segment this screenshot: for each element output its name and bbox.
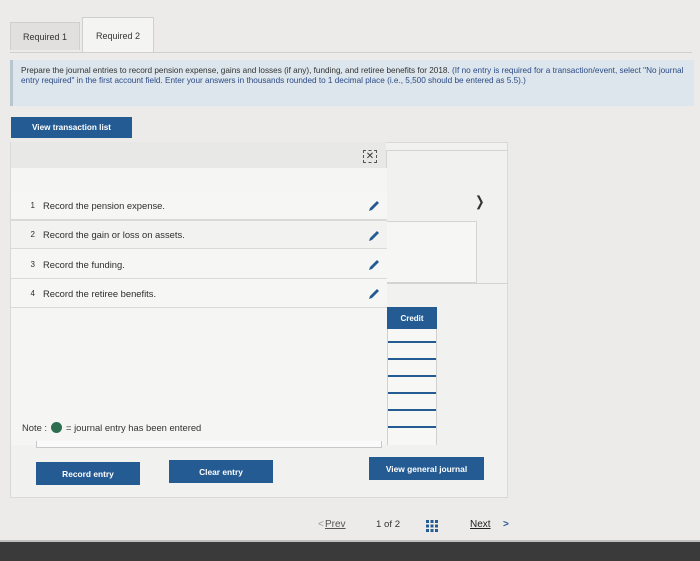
tab-required-1[interactable]: Required 1 (10, 22, 80, 50)
chevron-right-icon[interactable]: ❯ (475, 193, 484, 210)
credit-input[interactable] (388, 375, 436, 377)
pencil-icon[interactable] (367, 258, 381, 272)
pencil-icon[interactable] (367, 287, 381, 301)
pencil-icon[interactable] (367, 199, 381, 213)
credit-input[interactable] (388, 426, 436, 428)
instructions-text: Prepare the journal entries to record pe… (21, 66, 450, 75)
note-underline (36, 441, 382, 448)
instructions-box: Prepare the journal entries to record pe… (10, 60, 694, 106)
prev-link[interactable]: Prev (325, 519, 346, 530)
transaction-label: Record the funding. (43, 258, 125, 270)
view-general-journal-button[interactable]: View general journal (369, 457, 484, 480)
record-entry-button[interactable]: Record entry (36, 462, 140, 485)
tab-required-2[interactable]: Required 2 (82, 17, 154, 53)
entered-dot-icon (51, 422, 63, 433)
panel-header (11, 142, 386, 168)
transaction-label: Record the gain or loss on assets. (43, 229, 185, 240)
tab-divider (10, 52, 692, 53)
credit-column (387, 329, 437, 445)
view-transaction-list-button[interactable]: View transaction list (11, 117, 132, 138)
pencil-icon[interactable] (367, 229, 381, 243)
transaction-row-1[interactable]: 1 Record the pension expense. (11, 191, 387, 220)
transaction-number: 1 (30, 200, 35, 210)
tab-label: Required 2 (95, 30, 141, 41)
clear-entry-button[interactable]: Clear entry (169, 460, 273, 483)
transaction-number: 4 (30, 288, 35, 298)
next-link[interactable]: Next (470, 519, 491, 530)
selected-row-extension (387, 221, 477, 283)
credit-input[interactable] (388, 409, 436, 411)
credit-input[interactable] (388, 341, 436, 343)
transaction-number: 2 (30, 230, 35, 239)
transaction-number: 3 (30, 259, 35, 269)
transaction-row-4[interactable]: 4 Record the retiree benefits. (11, 279, 387, 308)
credit-column-header: Credit (387, 307, 437, 329)
note-prefix: Note : (22, 422, 48, 433)
grid-icon[interactable] (426, 520, 438, 532)
transaction-row-2[interactable]: 2 Record the gain or loss on assets. (11, 220, 387, 249)
tab-label: Required 1 (22, 31, 68, 42)
credit-input[interactable] (388, 358, 436, 360)
close-icon[interactable]: ✕ (363, 150, 377, 163)
bottom-bar (0, 542, 700, 561)
chevron-left-icon[interactable]: < (318, 519, 324, 530)
page-of: of (384, 519, 393, 530)
legend-note: Note : = journal entry has been entered (22, 422, 201, 433)
transaction-label: Record the retiree benefits. (43, 287, 157, 299)
note-text: = journal entry has been entered (66, 422, 202, 433)
chevron-right-icon[interactable]: > (503, 519, 509, 530)
page-current: 1 (376, 519, 382, 530)
transaction-row-3[interactable]: 3 Record the funding. (11, 250, 387, 279)
page-indicator: 1 of 2 (376, 519, 400, 530)
page-total: 2 (394, 519, 401, 530)
transaction-label: Record the pension expense. (43, 199, 165, 211)
credit-input[interactable] (388, 392, 436, 394)
